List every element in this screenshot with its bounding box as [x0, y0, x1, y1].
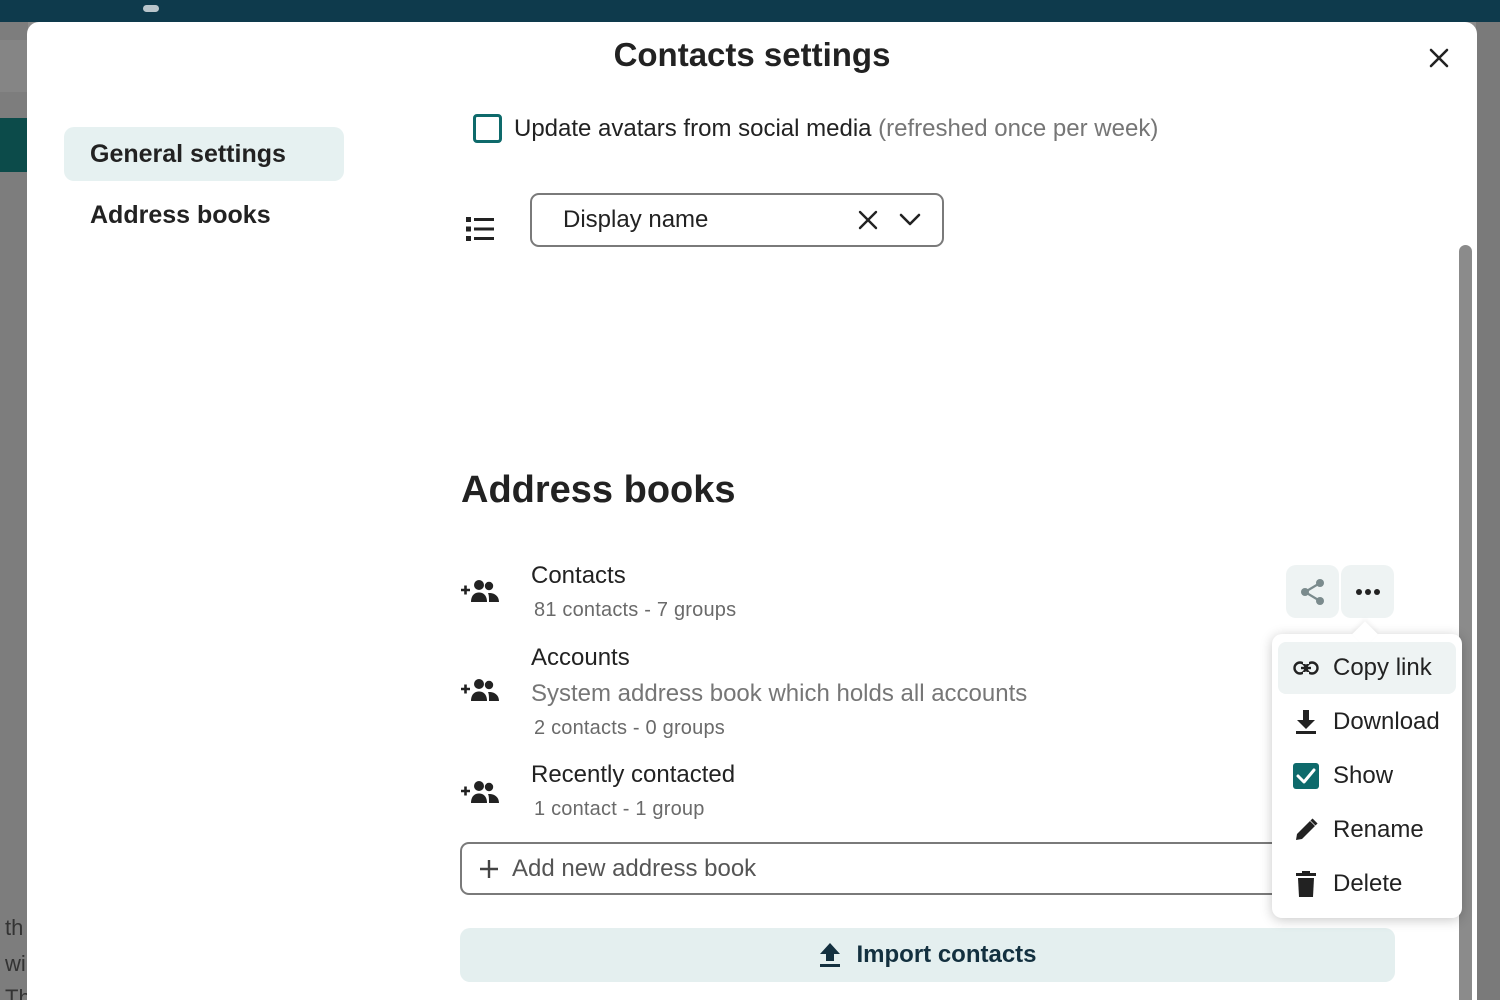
add-address-book-input[interactable]: Add new address book: [460, 842, 1290, 895]
nav-item-address-books[interactable]: Address books: [64, 188, 344, 242]
group-add-icon: [461, 580, 499, 602]
address-book-meta: 1 contact - 1 group: [534, 798, 705, 820]
import-contacts-button[interactable]: Import contacts: [460, 928, 1395, 982]
sort-select[interactable]: Display name: [530, 193, 944, 247]
menu-item-label: Download: [1333, 708, 1440, 735]
plus-icon: [478, 858, 500, 880]
menu-item-label: Copy link: [1333, 654, 1432, 681]
checkbox-checked-icon: [1292, 763, 1320, 789]
address-book-name: Accounts: [531, 644, 630, 671]
more-actions-button[interactable]: [1341, 565, 1394, 618]
address-book-meta: 2 contacts - 0 groups: [534, 717, 725, 739]
add-address-book-placeholder: Add new address book: [512, 854, 757, 882]
nav-item-general-settings[interactable]: General settings: [64, 127, 344, 181]
background-left-accent: [0, 118, 28, 172]
sort-select-value: Display name: [563, 206, 709, 233]
address-book-row[interactable]: Accounts System address book which holds…: [460, 644, 1260, 744]
address-book-actions-menu: Copy link Download Show Rename Delete: [1272, 621, 1462, 918]
address-book-row[interactable]: Contacts 81 contacts - 7 groups: [460, 562, 1260, 632]
more-horizontal-icon: [1355, 588, 1380, 595]
modal-title: Contacts settings: [613, 36, 891, 73]
update-avatars-option[interactable]: Update avatars from social media (refres…: [473, 114, 1158, 143]
update-avatars-checkbox[interactable]: [473, 114, 502, 143]
link-icon: [1292, 661, 1320, 675]
address-book-name: Contacts: [531, 562, 626, 589]
group-add-icon: [461, 679, 499, 701]
upload-icon: [818, 942, 842, 968]
address-books-title: Address books: [461, 469, 736, 511]
chevron-down-icon[interactable]: [899, 212, 921, 228]
menu-item-copy-link[interactable]: Copy link: [1278, 642, 1456, 694]
address-book-name: Recently contacted: [531, 761, 736, 788]
menu-item-label: Delete: [1333, 870, 1403, 897]
address-book-row[interactable]: Recently contacted 1 contact - 1 group: [460, 761, 1260, 831]
trash-icon: [1292, 871, 1320, 897]
share-icon: [1300, 578, 1324, 605]
group-add-icon: [461, 781, 499, 803]
pencil-icon: [1292, 818, 1320, 842]
settings-nav: General settings Address books: [64, 127, 344, 249]
share-button[interactable]: [1286, 565, 1339, 618]
menu-item-label: Show: [1333, 762, 1394, 789]
list-sort-icon: [464, 215, 496, 248]
background-handle: [143, 5, 159, 12]
background-left-band: [0, 40, 28, 92]
background-text-line: th: [5, 915, 24, 940]
menu-item-label: Rename: [1333, 816, 1424, 843]
address-book-meta: 81 contacts - 7 groups: [534, 599, 737, 621]
menu-item-download[interactable]: Download: [1278, 696, 1456, 748]
import-contacts-label: Import contacts: [856, 941, 1037, 968]
menu-item-delete[interactable]: Delete: [1278, 858, 1456, 910]
background-right-panel: [1476, 22, 1500, 1000]
menu-item-show[interactable]: Show: [1278, 750, 1456, 802]
address-book-description: System address book which holds all acco…: [531, 680, 1028, 707]
update-avatars-hint: (refreshed once per week): [878, 114, 1159, 142]
settings-modal: Contacts settings General settings Addre…: [27, 22, 1477, 1000]
update-avatars-label: Update avatars from social media: [514, 114, 872, 142]
clear-icon[interactable]: [858, 210, 878, 230]
close-button[interactable]: [1421, 40, 1457, 76]
menu-item-rename[interactable]: Rename: [1278, 804, 1456, 856]
background-text-line: wi: [5, 951, 26, 976]
close-icon: [1429, 48, 1449, 68]
background-top-bar: [0, 0, 1500, 22]
download-icon: [1292, 709, 1320, 735]
